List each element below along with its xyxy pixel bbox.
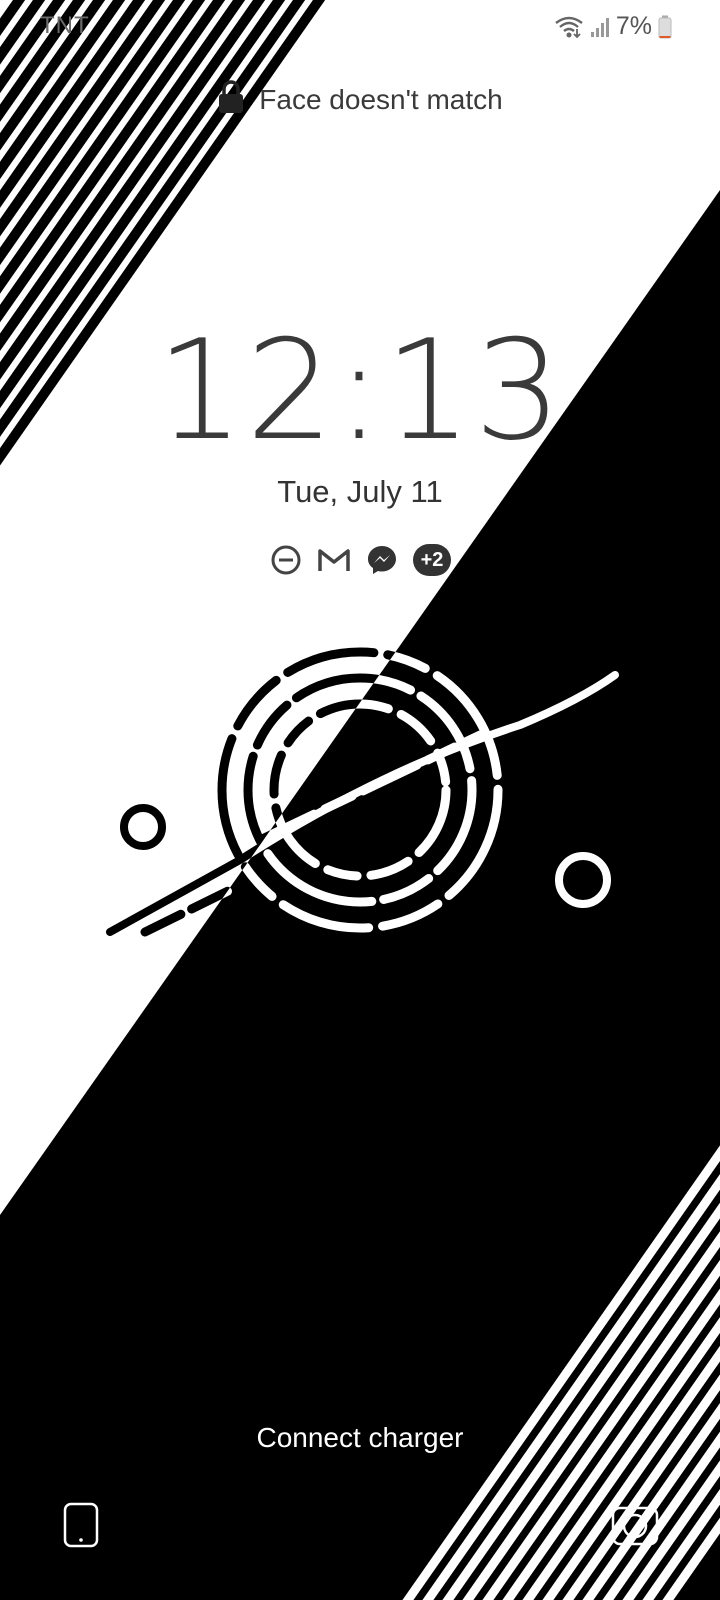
lockscreen-clock[interactable]: 12:13	[0, 322, 720, 460]
camera-icon	[611, 1504, 659, 1551]
battery-percentage: 7%	[615, 12, 652, 40]
more-notifications-badge[interactable]: +2	[413, 544, 451, 576]
lockscreen-wallpaper	[0, 0, 720, 1600]
charger-message: Connect charger	[256, 1422, 464, 1453]
lockscreen-date: Tue, July 11	[277, 474, 443, 509]
camera-shortcut[interactable]	[611, 1504, 659, 1551]
signal-icon	[590, 16, 610, 38]
battery-icon	[658, 15, 672, 39]
gmail-icon[interactable]	[317, 543, 351, 577]
face-unlock-message: Face doesn't match	[259, 83, 503, 115]
notification-icons[interactable]: +2	[0, 543, 720, 577]
carrier-name: TNT	[40, 12, 90, 39]
phone-shortcut[interactable]	[58, 1502, 104, 1553]
status-icons: 7%	[554, 12, 672, 41]
phone-icon	[63, 1502, 99, 1553]
face-unlock-status: Face doesn't match	[0, 80, 720, 119]
messenger-icon[interactable]	[365, 543, 399, 577]
lock-icon	[217, 80, 245, 119]
wifi-icon	[554, 15, 584, 39]
do-not-disturb-icon[interactable]	[269, 543, 303, 577]
